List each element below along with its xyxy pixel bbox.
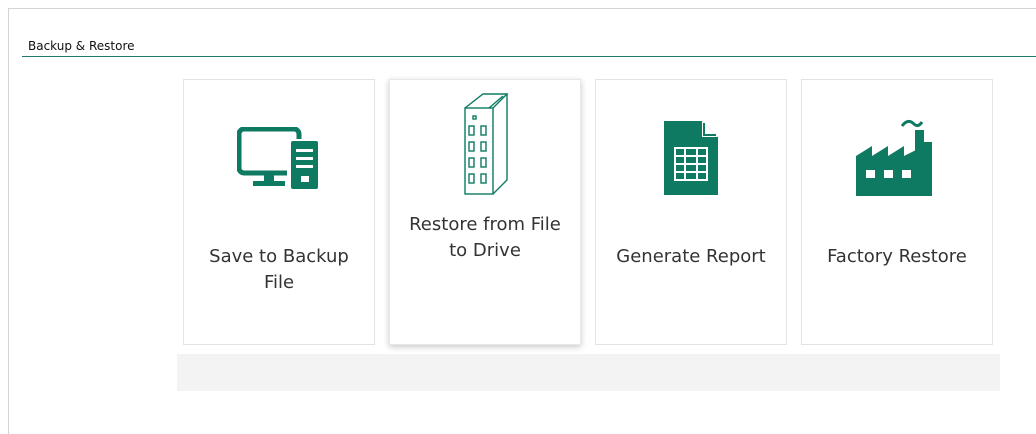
section-divider (22, 56, 1036, 57)
card-label: Save to Backup File (209, 246, 349, 293)
save-to-backup-file-button[interactable]: Save to Backup File (183, 79, 375, 345)
card-label: Restore from File to Drive (409, 214, 561, 261)
drive-icon (390, 80, 580, 210)
card-label: Factory Restore (827, 246, 967, 267)
restore-from-file-to-drive-button[interactable]: Restore from File to Drive (389, 79, 581, 345)
footer-bar (177, 354, 1000, 391)
generate-report-button[interactable]: Generate Report (595, 79, 787, 345)
factory-restore-button[interactable]: Factory Restore (801, 79, 993, 345)
factory-icon (802, 80, 992, 210)
computer-server-icon (184, 80, 374, 210)
section-title: Backup & Restore (28, 39, 135, 53)
backup-restore-panel: Backup & Restore Save to Backup File Res… (8, 8, 1036, 434)
report-document-icon (596, 80, 786, 210)
card-label: Generate Report (616, 246, 766, 267)
